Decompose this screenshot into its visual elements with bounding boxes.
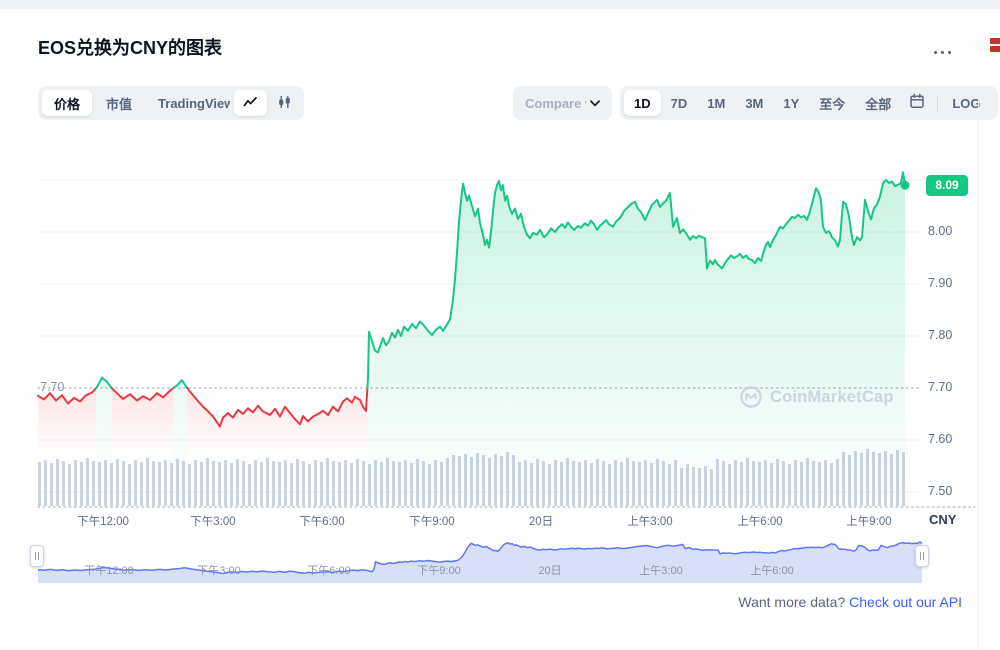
minimap-tick-label: 下午6:00 xyxy=(307,562,350,578)
minimap-right-handle[interactable] xyxy=(915,545,929,567)
chart-plot-area[interactable] xyxy=(38,148,905,506)
currency-unit-label: CNY xyxy=(929,512,956,527)
minimap-tick-label: 下午9:00 xyxy=(417,562,460,578)
api-promo: Want more data? Check out our API xyxy=(738,594,962,610)
crypto-chart-page: EOS兑换为CNY的图表 价格市值TradingView Compare wi … xyxy=(0,0,1000,650)
right-divider xyxy=(978,100,979,650)
y-tick-label: 7.60 xyxy=(928,432,972,446)
y-tick-label: 8.00 xyxy=(928,224,972,238)
x-tick-label: 下午12:00 xyxy=(77,513,129,529)
minimap-left-handle[interactable] xyxy=(30,545,44,567)
x-tick-label: 上午6:00 xyxy=(737,513,782,529)
minimap-tick-label: 20日 xyxy=(538,562,561,578)
minimap-tick-label: 上午6:00 xyxy=(750,562,793,578)
minimap-tick-label: 上午3:00 xyxy=(639,562,682,578)
y-tick-label: 7.80 xyxy=(928,328,972,342)
x-tick-label: 上午9:00 xyxy=(846,513,891,529)
y-tick-label: 7.90 xyxy=(928,276,972,290)
last-price-badge: 8.09 xyxy=(926,175,968,196)
x-tick-label: 20日 xyxy=(529,513,553,529)
x-tick-label: 下午9:00 xyxy=(409,513,454,529)
api-promo-text: Want more data? xyxy=(738,594,845,610)
y-tick-label: 7.50 xyxy=(928,484,972,498)
x-tick-label: 下午3:00 xyxy=(190,513,235,529)
x-tick-label: 上午3:00 xyxy=(627,513,672,529)
minimap-tick-label: 下午3:00 xyxy=(197,562,240,578)
api-link[interactable]: Check out our API xyxy=(849,594,962,610)
x-tick-label: 下午6:00 xyxy=(299,513,344,529)
minimap-tick-label: 下午12:00 xyxy=(84,562,134,578)
y-tick-label: 7.70 xyxy=(928,380,972,394)
